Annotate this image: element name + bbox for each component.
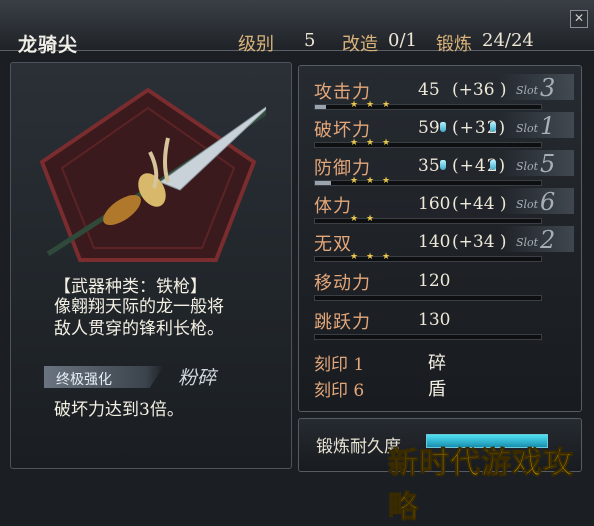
stat-value: 120 — [418, 271, 451, 291]
level-value: 5 — [304, 30, 316, 51]
stat-value: 35 — [418, 156, 440, 176]
gem-icon — [490, 160, 496, 170]
stat-value: 140 — [418, 232, 451, 252]
ultimate-label: 终极强化 — [56, 372, 112, 388]
stat-bonus: (+36 ) — [452, 80, 507, 100]
star-icon: ★ — [350, 214, 359, 224]
stat-value: 45 — [418, 80, 440, 100]
weapon-type: 【武器种类：铁枪】 — [54, 277, 207, 297]
stat-name: 跳跃力 — [314, 312, 371, 333]
modify-label: 改造 — [342, 34, 378, 55]
star-icon: ★ — [366, 100, 375, 110]
star-icon: ★ — [366, 138, 375, 148]
slot-label: Slot — [516, 198, 539, 211]
stat-name: 防御力 — [314, 158, 371, 179]
stat-name: 破坏力 — [314, 120, 371, 141]
stat-bonus: (+44 ) — [452, 194, 507, 214]
star-icon: ★ — [350, 138, 359, 148]
stat-bar-fill — [315, 105, 327, 109]
stat-value: 130 — [418, 310, 451, 330]
forge-value: 24/24 — [482, 30, 534, 51]
stat-value: 59 — [418, 118, 440, 138]
weapon-description: 像翱翔天际的龙一般将 敌人贯穿的锋利长枪。 — [54, 296, 274, 340]
stat-name: 无双 — [314, 234, 352, 255]
stat-bar — [314, 334, 542, 340]
level-label: 级别 — [238, 34, 274, 55]
stat-bonus: (+42) — [452, 156, 507, 176]
stat-bonus: (+34 ) — [452, 232, 507, 252]
weapon-image — [39, 87, 266, 262]
gem-icon — [490, 122, 496, 132]
watermark: 新时代游戏攻略 — [388, 446, 574, 526]
star-icon: ★ — [366, 176, 375, 186]
ultimate-effect: 破坏力达到3倍。 — [54, 400, 184, 420]
gem-icon — [440, 122, 446, 132]
slot-label: Slot — [516, 84, 539, 97]
ultimate-name: 粉碎 — [178, 367, 217, 389]
seal-1-name: 刻印 1 — [314, 355, 365, 375]
slot-number: 2 — [540, 226, 556, 254]
description-line-2: 敌人贯穿的锋利长枪。 — [54, 319, 224, 339]
star-icon: ★ — [350, 252, 359, 262]
stat-bar — [314, 218, 542, 224]
slot-label: Slot — [516, 160, 539, 173]
stat-bonus: (+32) — [452, 118, 507, 138]
star-icon: ★ — [382, 138, 391, 148]
stat-bar — [314, 180, 542, 186]
seal-2-value: 盾 — [428, 379, 446, 400]
stat-bar — [314, 142, 542, 148]
seal-1-value: 碎 — [428, 353, 446, 374]
star-icon: ★ — [350, 176, 359, 186]
star-icon: ★ — [366, 252, 375, 262]
stat-value: 160 — [418, 194, 451, 214]
modify-value: 0/1 — [388, 30, 417, 51]
star-icon: ★ — [382, 100, 391, 110]
slot-label: Slot — [516, 236, 539, 249]
slot-number: 1 — [540, 112, 556, 140]
stat-bar — [314, 104, 542, 110]
stat-bar — [314, 256, 542, 262]
weapon-name: 龙骑尖 — [18, 34, 79, 56]
stat-name: 移动力 — [314, 273, 371, 294]
slot-label: Slot — [516, 122, 539, 135]
stat-bar-fill — [315, 181, 331, 185]
slot-number: 5 — [540, 150, 556, 178]
star-icon: ★ — [382, 176, 391, 186]
forge-label: 锻炼 — [436, 34, 472, 55]
slot-number: 6 — [540, 188, 556, 216]
stat-name: 攻击力 — [314, 82, 371, 103]
description-line-1: 像翱翔天际的龙一般将 — [54, 297, 224, 317]
star-icon: ★ — [350, 100, 359, 110]
close-button[interactable]: ✕ — [570, 10, 588, 28]
stat-name: 体力 — [314, 196, 352, 217]
star-icon: ★ — [382, 252, 391, 262]
gem-icon — [440, 160, 446, 170]
star-icon: ★ — [366, 214, 375, 224]
seal-2-name: 刻印 6 — [314, 381, 365, 401]
stat-bar — [314, 295, 542, 301]
slot-number: 3 — [540, 74, 556, 102]
